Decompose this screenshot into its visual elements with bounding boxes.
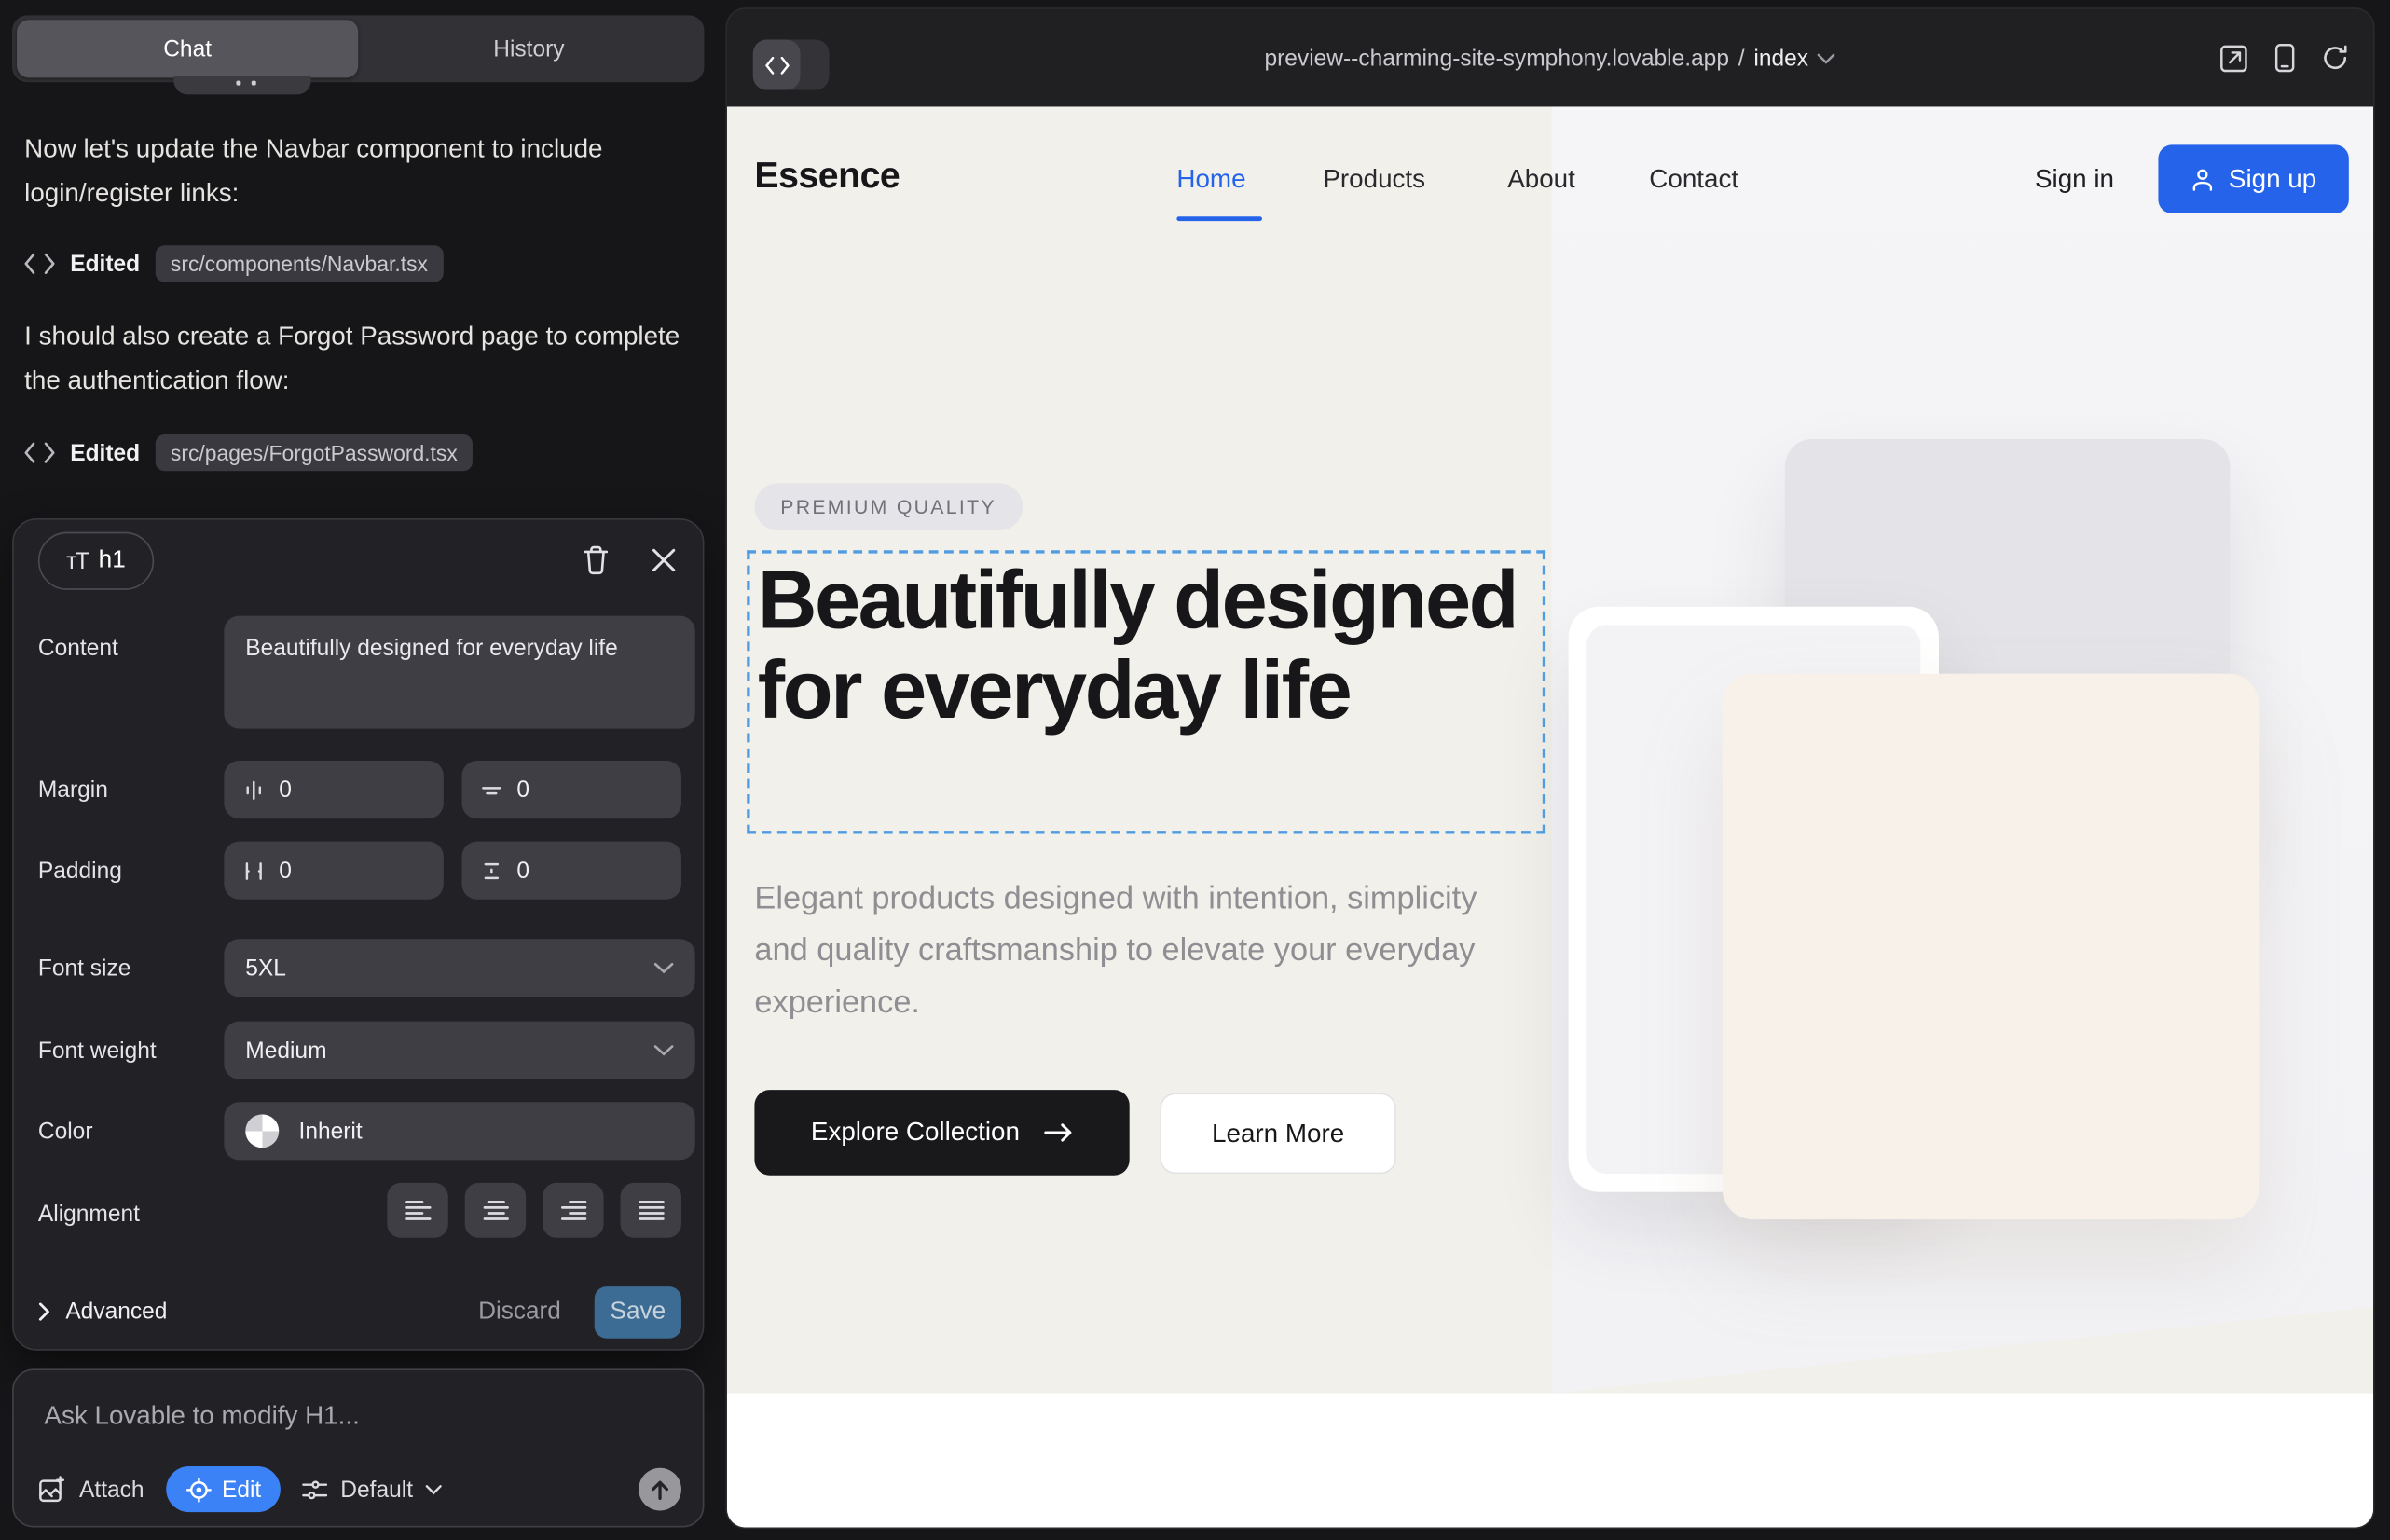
edited-file-row: Edited src/pages/ForgotPassword.tsx (24, 432, 473, 474)
explore-collection-button[interactable]: Explore Collection (754, 1090, 1129, 1176)
url-host: preview--charming-site-symphony.lovable.… (1264, 45, 1729, 71)
panel-footer: Advanced Discard Save (14, 1272, 706, 1353)
arrow-right-icon (1044, 1122, 1073, 1144)
margin-horizontal-icon (242, 778, 266, 802)
url-separator: / (1738, 45, 1745, 71)
element-editor-panel: тT h1 Content Beautifully designed for e… (12, 518, 704, 1351)
hero-decoration-cream-card (1723, 674, 2260, 1219)
refresh-icon[interactable] (2321, 44, 2348, 71)
align-right-button[interactable] (543, 1183, 603, 1238)
save-button[interactable]: Save (595, 1286, 681, 1338)
chevron-down-icon (1818, 52, 1836, 62)
attach-image-icon (38, 1475, 67, 1504)
align-center-button[interactable] (465, 1183, 526, 1238)
advanced-toggle[interactable]: Advanced (38, 1299, 168, 1325)
mode-select[interactable]: Default (302, 1477, 442, 1503)
color-label: Color (38, 1119, 93, 1145)
open-external-icon[interactable] (2219, 44, 2248, 73)
scrolled-badge-partial (173, 76, 310, 95)
delete-element-button[interactable] (578, 541, 614, 577)
edit-mode-button[interactable]: Edit (165, 1466, 281, 1512)
code-icon (24, 253, 55, 274)
font-size-select[interactable]: 5XL (224, 939, 694, 997)
edited-label: Edited (70, 251, 140, 277)
nav-link-contact[interactable]: Contact (1649, 165, 1738, 196)
code-icon (24, 442, 55, 463)
edited-file-badge[interactable]: src/pages/ForgotPassword.tsx (156, 434, 474, 471)
padding-vertical-icon (480, 859, 503, 882)
composer-input[interactable]: Ask Lovable to modify H1... (44, 1401, 359, 1432)
margin-label: Margin (38, 777, 108, 804)
active-nav-underline (1176, 216, 1262, 221)
learn-more-button[interactable]: Learn More (1160, 1093, 1395, 1174)
edited-file-row: Edited src/components/Navbar.tsx (24, 242, 443, 285)
edited-label: Edited (70, 440, 140, 466)
padding-y-input[interactable]: 0 (461, 842, 680, 900)
nav-link-about[interactable]: About (1507, 165, 1575, 196)
font-size-label: Font size (38, 956, 131, 982)
tab-chat[interactable]: Chat (17, 20, 358, 77)
site-viewport: Essence Home Products About Contact Sign… (727, 106, 2373, 1527)
close-panel-button[interactable] (645, 541, 681, 577)
code-icon (753, 40, 801, 90)
site-navbar: Essence Home Products About Contact Sign… (727, 106, 2373, 255)
tab-history[interactable]: History (358, 20, 699, 77)
content-label: Content (38, 636, 118, 662)
url-breadcrumb[interactable]: preview--charming-site-symphony.lovable.… (1092, 9, 2007, 107)
chat-history-tabbar: Chat History (12, 15, 704, 82)
chevron-right-icon (38, 1301, 50, 1321)
element-tag-label: h1 (99, 547, 126, 574)
nav-link-home[interactable]: Home (1176, 165, 1245, 196)
align-left-button[interactable] (387, 1183, 447, 1238)
code-view-toggle[interactable] (753, 40, 830, 90)
chevron-down-icon (425, 1484, 442, 1494)
element-tag-chip[interactable]: тT h1 (38, 532, 154, 590)
preview-pane: preview--charming-site-symphony.lovable.… (727, 9, 2373, 1528)
hero-subtext: Elegant products designed with intention… (754, 873, 1495, 1030)
attach-button[interactable]: Attach (38, 1475, 144, 1504)
padding-x-input[interactable]: 0 (224, 842, 443, 900)
user-icon (2191, 167, 2215, 191)
padding-horizontal-icon (242, 859, 266, 882)
url-page: index (1753, 45, 1808, 71)
mobile-view-icon[interactable] (2274, 43, 2296, 74)
discard-button[interactable]: Discard (478, 1298, 561, 1325)
assistant-message: I should also create a Forgot Password p… (24, 315, 680, 402)
hero-headline[interactable]: Beautifully designed for everyday life (758, 557, 1528, 736)
text-type-icon: тT (66, 548, 88, 574)
chat-composer[interactable]: Ask Lovable to modify H1... Attach Edit … (12, 1368, 704, 1527)
site-logo[interactable]: Essence (754, 156, 900, 199)
alignment-label: Alignment (38, 1202, 140, 1228)
send-button[interactable] (639, 1468, 681, 1511)
nav-link-products[interactable]: Products (1323, 165, 1425, 196)
section-below-hero (727, 1394, 2373, 1528)
font-weight-select[interactable]: Medium (224, 1022, 694, 1079)
margin-x-input[interactable]: 0 (224, 761, 443, 818)
font-weight-label: Font weight (38, 1038, 157, 1065)
sign-up-button[interactable]: Sign up (2158, 144, 2348, 213)
browser-actions (2219, 9, 2349, 107)
edited-file-badge[interactable]: src/components/Navbar.tsx (156, 245, 444, 282)
margin-vertical-icon (480, 778, 503, 802)
margin-y-input[interactable]: 0 (461, 761, 680, 818)
target-icon (185, 1477, 212, 1503)
color-select[interactable]: Inherit (224, 1102, 694, 1160)
arrow-up-icon (650, 1478, 671, 1501)
composer-toolbar: Attach Edit Default (14, 1462, 706, 1517)
premium-quality-badge: PREMIUM QUALITY (754, 483, 1022, 530)
align-justify-button[interactable] (621, 1183, 681, 1238)
transparent-color-swatch (245, 1114, 279, 1148)
padding-label: Padding (38, 859, 122, 885)
assistant-message: Now let's update the Navbar component to… (24, 128, 680, 214)
chevron-down-icon (654, 962, 674, 974)
content-input[interactable]: Beautifully designed for everyday life (224, 616, 694, 729)
chevron-down-icon (654, 1044, 674, 1056)
sliders-icon (302, 1478, 328, 1501)
app-window: Chat History Now let's update the Navbar… (0, 0, 2390, 1540)
sign-in-link[interactable]: Sign in (2035, 165, 2114, 196)
